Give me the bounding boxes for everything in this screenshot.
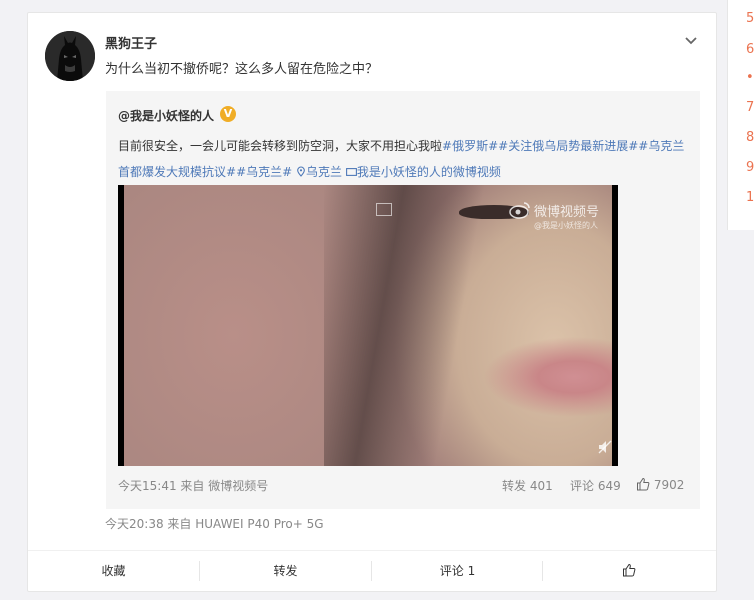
location-icon xyxy=(297,166,305,177)
verified-icon: V xyxy=(220,106,236,122)
rank-marker: • xyxy=(746,70,754,85)
batman-avatar-icon xyxy=(45,31,95,81)
video-player[interactable]: 微博视频号 @我是小妖怪的人 xyxy=(118,185,618,466)
original-like-button[interactable]: 7902 xyxy=(636,477,684,492)
video-link-label: 我是小妖怪的人的微博视频 xyxy=(356,165,501,179)
rank-number[interactable]: 10 xyxy=(746,190,754,205)
hot-search-sidebar: 5 6 • 7 8 9 10 xyxy=(727,0,754,230)
like-icon xyxy=(637,477,650,491)
video-watermark-sub: @我是小妖怪的人 xyxy=(534,221,598,230)
chevron-down-icon[interactable] xyxy=(683,33,699,49)
rank-number[interactable]: 9 xyxy=(746,160,754,175)
hashtag-link[interactable]: #乌克兰# xyxy=(236,165,292,179)
original-post-text: 目前很安全，一会儿可能会转移到防空洞，大家不用担心我啦#俄罗斯##关注俄乌局势最… xyxy=(118,133,690,185)
favorite-button[interactable]: 收藏 xyxy=(28,551,199,592)
rank-number[interactable]: 5 xyxy=(746,11,754,26)
post-author-name[interactable]: 黑狗王子 xyxy=(105,33,157,52)
hashtag-link[interactable]: #俄罗斯# xyxy=(442,139,498,153)
original-post-meta: 今天15:41 来自 微博视频号 xyxy=(118,479,269,493)
post-meta: 今天20:38 来自 HUAWEI P40 Pro+ 5G xyxy=(105,517,324,531)
original-like-count: 7902 xyxy=(653,478,685,492)
video-link-icon xyxy=(345,168,357,176)
comment-button[interactable]: 评论 1 xyxy=(372,551,543,592)
post-text: 为什么当初不撤侨呢？这么多人留在危险之中？ xyxy=(105,62,379,77)
location-label: 乌克兰 xyxy=(306,165,343,179)
screen-icon xyxy=(376,203,392,216)
video-link[interactable]: 我是小妖怪的人的微博视频 xyxy=(345,165,501,179)
weibo-logo-icon xyxy=(509,202,530,219)
original-body-text: 目前很安全，一会儿可能会转移到防空洞，大家不用担心我啦 xyxy=(118,139,443,153)
rank-number[interactable]: 7 xyxy=(746,100,754,115)
video-hair-shadow xyxy=(324,185,504,466)
original-repost-count[interactable]: 转发 401 xyxy=(502,477,553,494)
hashtag-link[interactable]: #关注俄乌局势最新进展# xyxy=(498,139,638,153)
location-link[interactable]: 乌克兰 xyxy=(296,165,342,179)
rank-number[interactable]: 6 xyxy=(746,42,754,57)
repost-box: @我是小妖怪的人 V 目前很安全，一会儿可能会转移到防空洞，大家不用担心我啦#俄… xyxy=(106,91,700,509)
original-comment-count[interactable]: 评论 649 xyxy=(570,477,621,494)
like-icon xyxy=(622,563,635,577)
avatar[interactable] xyxy=(45,31,95,81)
video-frame: 微博视频号 @我是小妖怪的人 xyxy=(124,185,612,466)
mute-icon[interactable] xyxy=(597,439,613,455)
post-toolbar: 收藏 转发 评论 1 xyxy=(28,550,716,592)
weibo-post-card: 黑狗王子 为什么当初不撤侨呢？这么多人留在危险之中？ @我是小妖怪的人 V 目前… xyxy=(27,12,717,592)
like-button[interactable] xyxy=(543,551,714,592)
video-watermark: 微博视频号 xyxy=(534,205,600,220)
rank-number[interactable]: 8 xyxy=(746,130,754,145)
original-author-name[interactable]: @我是小妖怪的人 xyxy=(118,107,214,124)
repost-button[interactable]: 转发 xyxy=(200,551,371,592)
